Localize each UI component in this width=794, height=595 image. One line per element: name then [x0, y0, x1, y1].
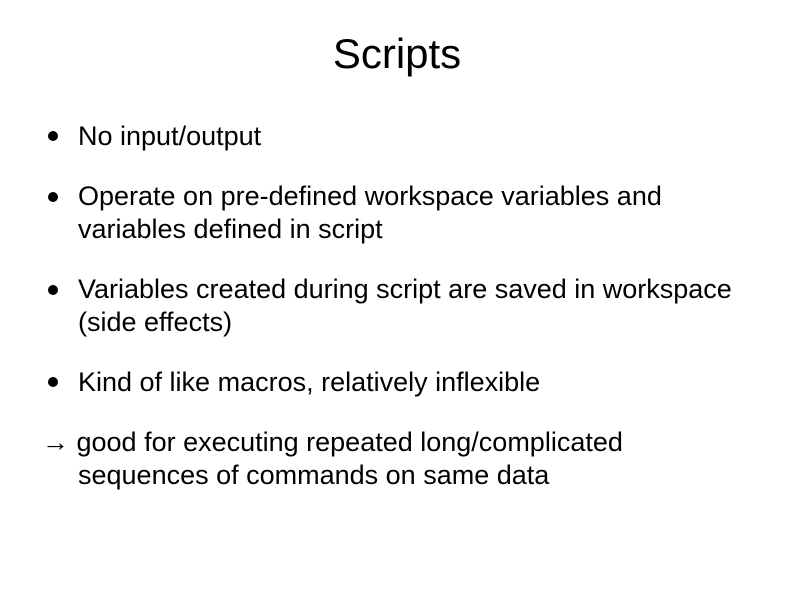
slide-body: No input/output Operate on pre-defined w…: [42, 120, 752, 491]
bullet-item: No input/output: [42, 120, 752, 152]
slide-title: Scripts: [42, 30, 752, 78]
slide: Scripts No input/output Operate on pre-d…: [0, 0, 794, 595]
conclusion-line: → good for executing repeated long/compl…: [42, 426, 752, 491]
conclusion-text: → good for executing repeated long/compl…: [42, 426, 752, 491]
bullet-item: Variables created during script are save…: [42, 273, 752, 338]
bullet-list: No input/output Operate on pre-defined w…: [42, 120, 752, 398]
bullet-item: Kind of like macros, relatively inflexib…: [42, 366, 752, 398]
bullet-item: Operate on pre-defined workspace variabl…: [42, 180, 752, 245]
